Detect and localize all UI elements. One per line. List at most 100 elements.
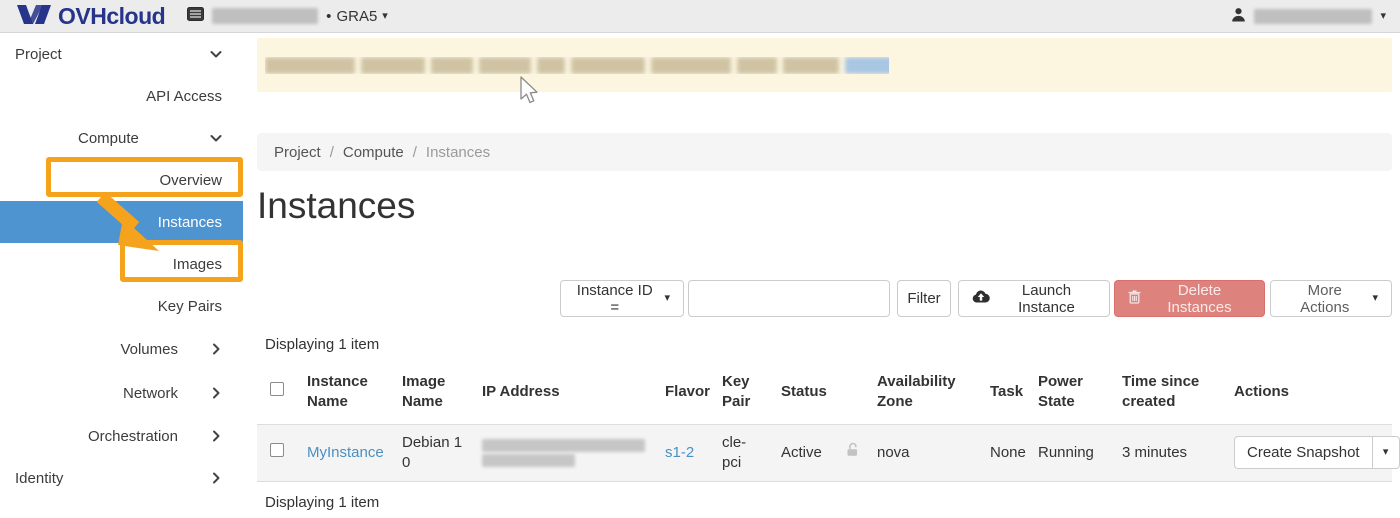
- more-actions-button[interactable]: More Actions ▾: [1270, 280, 1392, 317]
- chevron-right-icon: [209, 429, 223, 443]
- row-actions-split-button: Create Snapshot ▾: [1234, 436, 1400, 469]
- column-header-lock: [831, 360, 863, 424]
- filter-field-dropdown[interactable]: Instance ID = ▾: [560, 280, 684, 317]
- unlock-icon: [845, 444, 860, 461]
- sidebar-nav: Project API Access Compute Overview Inst…: [0, 33, 243, 518]
- delete-instances-button[interactable]: Delete Instances: [1114, 280, 1265, 317]
- table-toolbar: Instance ID = ▾ Filter Launch Instance: [560, 280, 1392, 317]
- actions-cell: Create Snapshot ▾: [1220, 424, 1392, 482]
- chevron-down-icon: ▾: [1372, 293, 1378, 304]
- breadcrumb-compute[interactable]: Compute: [343, 144, 404, 161]
- sidebar-item-label: Images: [173, 256, 222, 273]
- table-header-row: Instance Name Image Name IP Address Flav…: [257, 360, 1392, 424]
- sidebar-item-label: Instances: [158, 214, 222, 231]
- sidebar-item-instances[interactable]: Instances: [0, 201, 243, 243]
- trash-icon: [1128, 290, 1141, 308]
- displaying-count-top: Displaying 1 item: [265, 336, 379, 353]
- user-menu[interactable]: ▾: [1231, 7, 1386, 26]
- column-header-power-state: Power State: [1024, 360, 1108, 424]
- sidebar-item-label: Project: [15, 46, 62, 63]
- column-header-image-name: Image Name: [388, 360, 468, 424]
- sidebar-item-label: API Access: [146, 88, 222, 105]
- main-content: Project / Compute / Instances Instances …: [243, 33, 1400, 518]
- select-all-checkbox[interactable]: [270, 382, 284, 396]
- breadcrumb-project[interactable]: Project: [274, 144, 321, 161]
- launch-instance-button[interactable]: Launch Instance: [958, 280, 1110, 317]
- column-header-task: Task: [976, 360, 1024, 424]
- sidebar-item-label: Compute: [78, 130, 139, 147]
- person-icon: [1231, 7, 1246, 26]
- column-header-key-pair: Key Pair: [708, 360, 767, 424]
- filter-input[interactable]: [688, 280, 890, 317]
- flavor-link[interactable]: s1-2: [665, 444, 694, 461]
- chevron-down-icon[interactable]: ▾: [382, 11, 388, 22]
- ovhcloud-logo-icon: [16, 2, 52, 30]
- redacted-username: [1254, 9, 1372, 24]
- sidebar-item-overview[interactable]: Overview: [0, 159, 243, 201]
- redacted-project-id: [212, 8, 318, 24]
- displaying-count-bottom: Displaying 1 item: [265, 494, 379, 511]
- column-header-status: Status: [767, 360, 831, 424]
- redacted-ip-line2: [482, 454, 575, 467]
- column-header-instance-name: Instance Name: [293, 360, 388, 424]
- sidebar-item-label: Volumes: [120, 341, 178, 358]
- instances-table: Instance Name Image Name IP Address Flav…: [257, 360, 1392, 482]
- chevron-right-icon: [209, 342, 223, 356]
- sidebar-item-label: Network: [123, 385, 178, 402]
- cloud-upload-icon: [972, 290, 990, 307]
- chevron-down-icon: ▾: [664, 293, 670, 304]
- sidebar-item-label: Overview: [159, 172, 222, 189]
- sidebar-item-network[interactable]: Network: [0, 371, 243, 415]
- region-separator: •: [326, 8, 331, 25]
- sidebar-item-key-pairs[interactable]: Key Pairs: [0, 285, 243, 327]
- sidebar-item-label: Key Pairs: [158, 298, 222, 315]
- ip-address-cell: [468, 424, 651, 482]
- redacted-banner-link[interactable]: [845, 57, 889, 74]
- page-title: Instances: [257, 185, 415, 227]
- list-icon: [187, 7, 204, 25]
- chevron-down-icon: ▾: [1380, 11, 1386, 22]
- top-navbar: OVHcloud • GRA5 ▾ ▾: [0, 0, 1400, 33]
- column-header-time-since-created: Time since created: [1108, 360, 1220, 424]
- column-header-availability-zone: Availability Zone: [863, 360, 976, 424]
- instance-name-link[interactable]: MyInstance: [307, 444, 384, 461]
- row-checkbox[interactable]: [270, 443, 284, 457]
- row-actions-dropdown-toggle[interactable]: ▾: [1373, 436, 1400, 469]
- brand-logo[interactable]: OVHcloud: [16, 2, 165, 30]
- task-cell: None: [976, 424, 1024, 482]
- column-header-actions: Actions: [1220, 360, 1392, 424]
- sidebar-item-orchestration[interactable]: Orchestration: [0, 415, 243, 457]
- sidebar-item-project[interactable]: Project: [0, 33, 243, 75]
- table-row: MyInstance Debian 10 s1-2 cle-pci Active: [257, 424, 1392, 482]
- chevron-down-icon: [209, 47, 223, 61]
- lock-state-cell: [831, 424, 863, 482]
- status-cell: Active: [767, 424, 831, 482]
- sidebar-item-compute[interactable]: Compute: [0, 117, 243, 159]
- brand-name: OVHcloud: [58, 3, 165, 30]
- sidebar-item-label: Orchestration: [88, 428, 178, 445]
- time-since-created-cell: 3 minutes: [1108, 424, 1220, 482]
- power-state-cell: Running: [1024, 424, 1108, 482]
- redacted-ip-line1: [482, 439, 645, 452]
- chevron-right-icon: [209, 471, 223, 485]
- project-switcher[interactable]: • GRA5 ▾: [187, 7, 388, 25]
- redacted-banner-text: [265, 57, 889, 74]
- chevron-down-icon: ▾: [1383, 447, 1389, 458]
- sidebar-item-images[interactable]: Images: [0, 243, 243, 285]
- sidebar-item-volumes[interactable]: Volumes: [0, 327, 243, 371]
- create-snapshot-button[interactable]: Create Snapshot: [1234, 436, 1373, 469]
- key-pair-cell: cle-pci: [708, 424, 767, 482]
- sidebar-item-api-access[interactable]: API Access: [0, 75, 243, 117]
- filter-button[interactable]: Filter: [897, 280, 951, 317]
- chevron-down-icon: [209, 131, 223, 145]
- sidebar-item-identity[interactable]: Identity: [0, 457, 243, 499]
- availability-zone-cell: nova: [863, 424, 976, 482]
- region-label[interactable]: GRA5: [336, 8, 377, 25]
- image-name-cell: Debian 10: [388, 424, 468, 482]
- column-header-flavor: Flavor: [651, 360, 708, 424]
- breadcrumb: Project / Compute / Instances: [257, 133, 1392, 171]
- notification-banner: [257, 38, 1392, 92]
- chevron-right-icon: [209, 386, 223, 400]
- breadcrumb-instances: Instances: [426, 144, 490, 161]
- column-header-ip-address: IP Address: [468, 360, 651, 424]
